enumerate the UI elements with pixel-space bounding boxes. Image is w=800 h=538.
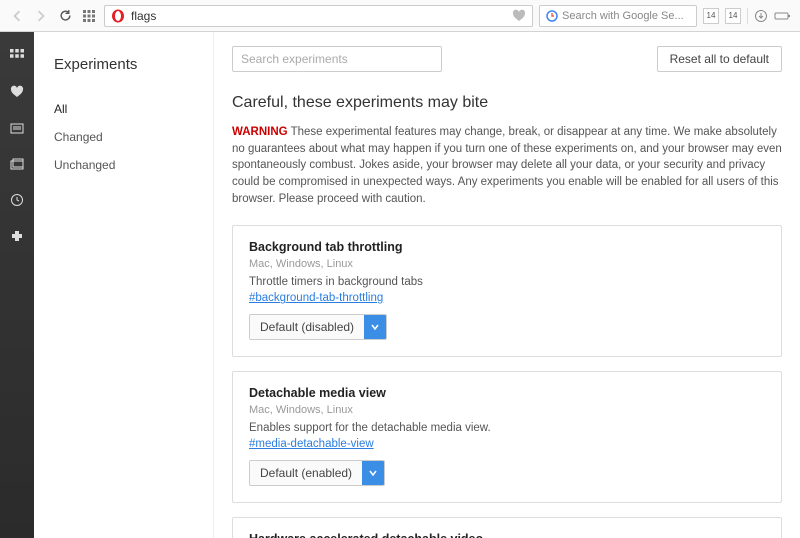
flag-anchor-link[interactable]: #media-detachable-view — [249, 438, 374, 450]
flag-card: Hardware accelerated detachable video Ma… — [232, 517, 782, 538]
flag-card: Background tab throttling Mac, Windows, … — [232, 225, 782, 357]
flag-dropdown[interactable]: Default (enabled) — [249, 460, 385, 486]
chevron-down-icon — [362, 461, 384, 485]
flag-description: Enables support for the detachable media… — [249, 422, 765, 434]
download-icon[interactable] — [754, 9, 768, 23]
forward-button[interactable] — [32, 7, 50, 25]
flag-title: Detachable media view — [249, 386, 765, 400]
warning-block: WARNING These experimental features may … — [232, 124, 782, 207]
warning-label: WARNING — [232, 126, 288, 138]
toolbar-right-icons: 14 14 — [703, 8, 792, 24]
heart-icon[interactable] — [512, 9, 526, 23]
speed-dial-button[interactable] — [80, 7, 98, 25]
sidebar-item-all[interactable]: All — [54, 95, 213, 123]
address-bar[interactable]: flags — [104, 5, 533, 27]
dropdown-label: Default (disabled) — [250, 315, 364, 339]
google-search-bar[interactable]: Search with Google Se... — [539, 5, 697, 27]
warning-text: These experimental features may change, … — [232, 126, 782, 205]
google-icon — [546, 10, 558, 22]
extension-badge-1[interactable]: 14 — [703, 8, 719, 24]
flag-card: Detachable media view Mac, Windows, Linu… — [232, 371, 782, 503]
news-icon[interactable] — [9, 120, 25, 136]
heart-sidebar-icon[interactable] — [9, 84, 25, 100]
flag-platforms: Mac, Windows, Linux — [249, 258, 765, 270]
content-area: Search experiments Reset all to default … — [214, 32, 800, 538]
extensions-icon[interactable] — [9, 228, 25, 244]
separator — [747, 8, 748, 24]
sidebar-item-changed[interactable]: Changed — [54, 123, 213, 151]
flag-title: Background tab throttling — [249, 240, 765, 254]
extension-badge-2[interactable]: 14 — [725, 8, 741, 24]
search-placeholder-text: Search experiments — [241, 52, 348, 66]
flag-dropdown[interactable]: Default (disabled) — [249, 314, 387, 340]
page-title: Experiments — [54, 56, 213, 73]
dropdown-label: Default (enabled) — [250, 461, 362, 485]
flag-description: Throttle timers in background tabs — [249, 276, 765, 288]
reload-button[interactable] — [56, 7, 74, 25]
address-text: flags — [131, 9, 506, 23]
sidebar-item-unchanged[interactable]: Unchanged — [54, 151, 213, 179]
search-placeholder: Search with Google Se... — [562, 10, 684, 22]
warning-heading: Careful, these experiments may bite — [232, 94, 782, 112]
search-experiments-input[interactable]: Search experiments — [232, 46, 442, 72]
flag-platforms: Mac, Windows, Linux — [249, 404, 765, 416]
history-icon[interactable] — [9, 192, 25, 208]
battery-icon[interactable] — [774, 10, 792, 22]
speed-dial-icon[interactable] — [9, 48, 25, 64]
chevron-down-icon — [364, 315, 386, 339]
browser-toolbar: flags Search with Google Se... 14 14 — [0, 0, 800, 32]
experiments-sidebar: Experiments All Changed Unchanged — [34, 32, 214, 538]
flag-title: Hardware accelerated detachable video — [249, 532, 765, 538]
tabs-icon[interactable] — [9, 156, 25, 172]
vertical-activity-bar — [0, 32, 34, 538]
back-button[interactable] — [8, 7, 26, 25]
flag-anchor-link[interactable]: #background-tab-throttling — [249, 292, 383, 304]
opera-icon — [111, 9, 125, 23]
reset-all-button[interactable]: Reset all to default — [657, 46, 782, 72]
